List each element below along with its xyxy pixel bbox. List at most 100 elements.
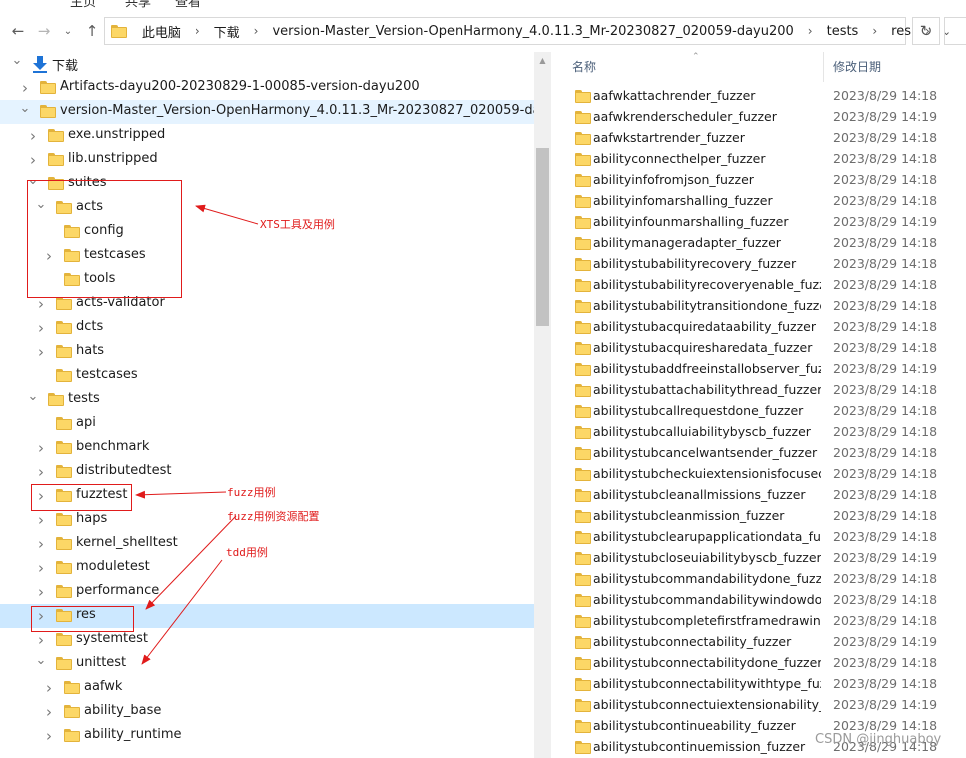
file-row[interactable]: abilitystubcalluiabilitybyscb_fuzzer 2023… bbox=[551, 422, 966, 443]
chevron-right-icon[interactable]: › bbox=[42, 727, 56, 745]
chevron-down-icon[interactable]: ⌄ bbox=[10, 52, 24, 68]
file-date: 2023/8/29 14:19 bbox=[833, 550, 938, 565]
breadcrumb-this-pc[interactable]: 此电脑 bbox=[140, 22, 183, 41]
column-header-name[interactable]: 名称 bbox=[572, 58, 596, 75]
tree-item[interactable]: testcases bbox=[0, 364, 534, 388]
folder-icon bbox=[575, 237, 591, 250]
file-row[interactable]: abilitystubconnectuiextensionability_f..… bbox=[551, 695, 966, 716]
file-row[interactable]: abilityinfomarshalling_fuzzer 2023/8/29 1… bbox=[551, 191, 966, 212]
chevron-right-icon[interactable]: › bbox=[34, 631, 48, 649]
file-name: abilitystubcloseuiabilitybyscb_fuzzer bbox=[593, 550, 821, 565]
tree-item[interactable]: › benchmark bbox=[0, 436, 534, 460]
file-row[interactable]: aafwkrenderscheduler_fuzzer 2023/8/29 14:… bbox=[551, 107, 966, 128]
chevron-right-icon[interactable]: › bbox=[18, 79, 32, 97]
file-row[interactable]: aafwkstartrender_fuzzer 2023/8/29 14:18 bbox=[551, 128, 966, 149]
chevron-right-icon[interactable]: › bbox=[183, 24, 212, 38]
chevron-right-icon[interactable]: › bbox=[34, 511, 48, 529]
tree-item[interactable]: › exe.unstripped bbox=[0, 124, 534, 148]
column-header-modified[interactable]: 修改日期 bbox=[833, 58, 881, 75]
file-row[interactable]: abilitystubconnectabilitydone_fuzzer 2023… bbox=[551, 653, 966, 674]
file-row[interactable]: abilityconnecthelper_fuzzer 2023/8/29 14:… bbox=[551, 149, 966, 170]
file-row[interactable]: abilitystubcallrequestdone_fuzzer 2023/8/… bbox=[551, 401, 966, 422]
recent-locations-button[interactable]: ⌄ bbox=[58, 21, 78, 41]
tree-item[interactable]: › Artifacts-dayu200-20230829-1-00085-vers… bbox=[0, 76, 534, 100]
file-row[interactable]: abilitystubcleanallmissions_fuzzer 2023/8… bbox=[551, 485, 966, 506]
tree-item[interactable]: › ability_runtime bbox=[0, 724, 534, 748]
chevron-down-icon[interactable]: ⌄ bbox=[18, 100, 32, 116]
tree-item[interactable]: ⌄ 下载 bbox=[0, 52, 534, 76]
tree-scrollbar[interactable]: ▲ bbox=[534, 52, 551, 758]
breadcrumb-tests[interactable]: tests bbox=[825, 24, 861, 39]
file-row[interactable]: abilitystubabilitytransitiondone_fuzzer 2… bbox=[551, 296, 966, 317]
file-row[interactable]: abilitystubcheckuiextensionisfocused_...… bbox=[551, 464, 966, 485]
file-row[interactable]: abilitystubabilityrecoveryenable_fuzzer 2… bbox=[551, 275, 966, 296]
scroll-up-icon[interactable]: ▲ bbox=[534, 52, 551, 69]
file-row[interactable]: abilitystubcommandabilitydone_fuzzer 2023… bbox=[551, 569, 966, 590]
file-row[interactable]: abilityinfounmarshalling_fuzzer 2023/8/29… bbox=[551, 212, 966, 233]
back-button[interactable]: ← bbox=[8, 21, 28, 41]
file-row[interactable]: abilitystubacquiredataability_fuzzer 2023… bbox=[551, 317, 966, 338]
breadcrumb-res[interactable]: res bbox=[889, 24, 913, 39]
chevron-right-icon[interactable]: › bbox=[26, 151, 40, 169]
tree-item[interactable]: api bbox=[0, 412, 534, 436]
file-row[interactable]: abilitystubcleanmission_fuzzer 2023/8/29 … bbox=[551, 506, 966, 527]
chevron-right-icon[interactable]: › bbox=[34, 463, 48, 481]
chevron-right-icon[interactable]: › bbox=[34, 439, 48, 457]
file-row[interactable]: abilitystubcommandabilitywindowdo... 2023… bbox=[551, 590, 966, 611]
file-row[interactable]: aafwkattachrender_fuzzer 2023/8/29 14:18 bbox=[551, 86, 966, 107]
tree-item[interactable]: › performance bbox=[0, 580, 534, 604]
file-date: 2023/8/29 14:18 bbox=[833, 676, 938, 691]
chevron-right-icon[interactable]: › bbox=[34, 319, 48, 337]
chevron-right-icon[interactable]: › bbox=[42, 679, 56, 697]
column-divider[interactable] bbox=[823, 52, 824, 82]
chevron-right-icon[interactable]: › bbox=[796, 24, 825, 38]
file-row[interactable]: abilityinfofromjson_fuzzer 2023/8/29 14:1… bbox=[551, 170, 966, 191]
breadcrumb-version-folder[interactable]: version-Master_Version-OpenHarmony_4.0.1… bbox=[270, 24, 795, 39]
chevron-right-icon[interactable]: › bbox=[26, 127, 40, 145]
tree-item[interactable]: › aafwk bbox=[0, 676, 534, 700]
ribbon-tab[interactable]: 共享 bbox=[125, 0, 151, 8]
chevron-down-icon[interactable]: ⌄ bbox=[34, 652, 48, 668]
ribbon-tab[interactable]: 主页 bbox=[70, 0, 96, 8]
chevron-right-icon[interactable]: › bbox=[34, 559, 48, 577]
tree-item[interactable]: › hats bbox=[0, 340, 534, 364]
file-row[interactable]: abilitymanageradapter_fuzzer 2023/8/29 14… bbox=[551, 233, 966, 254]
file-row[interactable]: abilitystubconnectabilitywithtype_fuzzer… bbox=[551, 674, 966, 695]
file-row[interactable]: abilitystubclearupapplicationdata_fuz...… bbox=[551, 527, 966, 548]
file-row[interactable]: abilitystubattachabilitythread_fuzzer 202… bbox=[551, 380, 966, 401]
file-row[interactable]: abilitystubcloseuiabilitybyscb_fuzzer 202… bbox=[551, 548, 966, 569]
folder-icon bbox=[575, 111, 591, 124]
tree-item[interactable]: ⌄ version-Master_Version-OpenHarmony_4.0.… bbox=[0, 100, 534, 124]
file-row[interactable]: abilitystubaddfreeinstallobserver_fuz...… bbox=[551, 359, 966, 380]
chevron-down-icon[interactable]: ⌄ bbox=[26, 388, 40, 404]
tree-item[interactable]: ⌄ tests bbox=[0, 388, 534, 412]
chevron-right-icon[interactable]: › bbox=[34, 295, 48, 313]
chevron-right-icon[interactable]: › bbox=[34, 535, 48, 553]
address-bar[interactable]: › 此电脑 › 下载 › version-Master_Version-Open… bbox=[104, 17, 951, 45]
file-row[interactable]: abilitystubconnectability_fuzzer 2023/8/2… bbox=[551, 632, 966, 653]
chevron-right-icon[interactable]: › bbox=[42, 703, 56, 721]
file-name: abilitystubacquiredataability_fuzzer bbox=[593, 319, 816, 334]
file-row[interactable]: abilitystubabilityrecovery_fuzzer 2023/8/… bbox=[551, 254, 966, 275]
scrollbar-thumb[interactable] bbox=[536, 148, 549, 326]
chevron-right-icon[interactable]: › bbox=[860, 24, 889, 38]
breadcrumb-downloads[interactable]: 下载 bbox=[212, 22, 242, 41]
chevron-right-icon[interactable]: › bbox=[34, 583, 48, 601]
tree-item[interactable]: › lib.unstripped bbox=[0, 148, 534, 172]
tree-item[interactable]: › distributedtest bbox=[0, 460, 534, 484]
up-button[interactable]: ↑ bbox=[82, 21, 102, 41]
file-row[interactable]: abilitystubcompletefirstframedrawing... 2… bbox=[551, 611, 966, 632]
ribbon-tab[interactable]: 查看 bbox=[175, 0, 201, 8]
forward-button[interactable]: → bbox=[34, 21, 54, 41]
chevron-right-icon[interactable]: › bbox=[34, 343, 48, 361]
file-row[interactable]: abilitystubacquiresharedata_fuzzer 2023/8… bbox=[551, 338, 966, 359]
file-row[interactable]: abilitystubcancelwantsender_fuzzer 2023/8… bbox=[551, 443, 966, 464]
file-name: abilityinfounmarshalling_fuzzer bbox=[593, 214, 789, 229]
file-date: 2023/8/29 14:18 bbox=[833, 508, 938, 523]
refresh-button[interactable]: ↻ bbox=[912, 17, 940, 45]
tree-item[interactable]: › dcts bbox=[0, 316, 534, 340]
search-input[interactable] bbox=[944, 17, 966, 45]
tree-item[interactable]: ⌄ unittest bbox=[0, 652, 534, 676]
chevron-right-icon[interactable]: › bbox=[242, 24, 271, 38]
tree-item[interactable]: › ability_base bbox=[0, 700, 534, 724]
